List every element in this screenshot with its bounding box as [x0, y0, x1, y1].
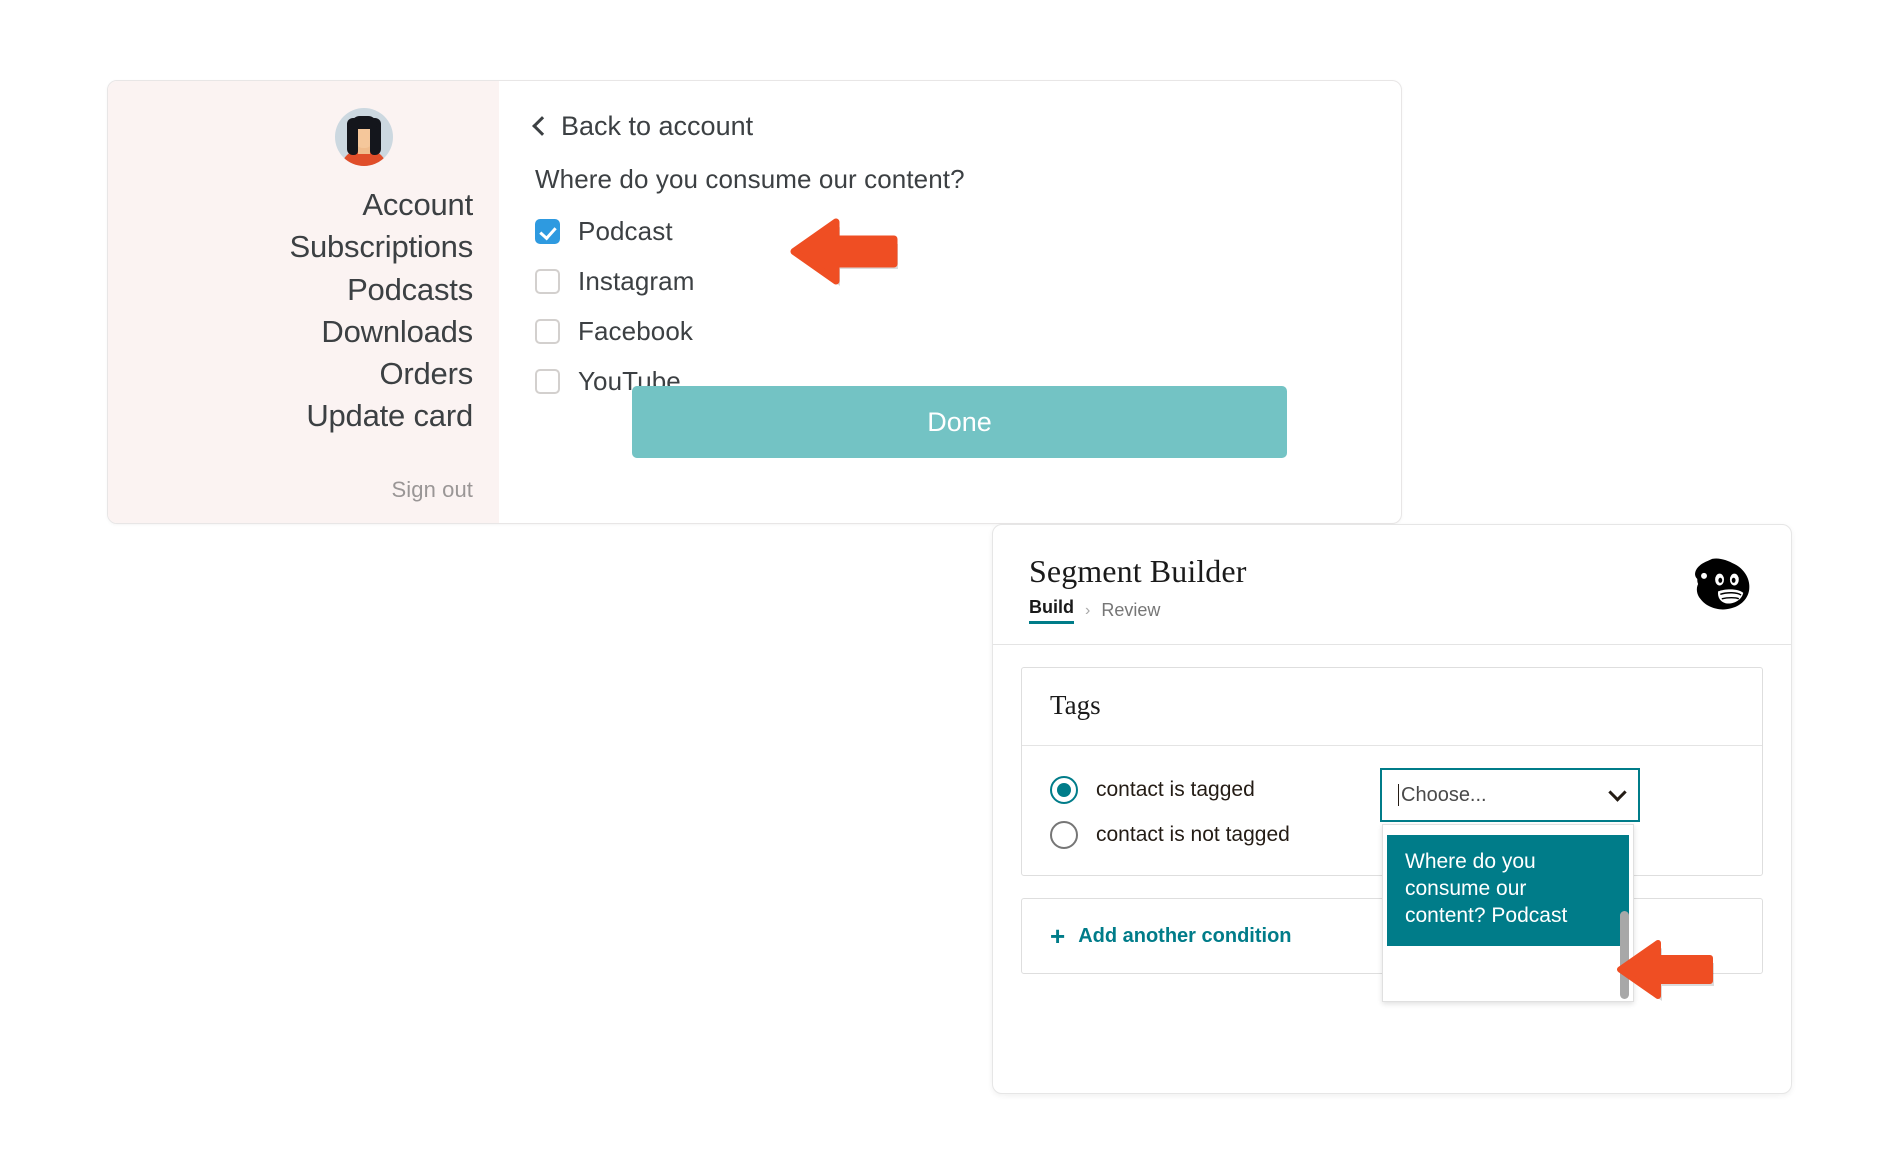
segment-builder-title: Segment Builder — [1029, 553, 1247, 589]
avatar — [335, 108, 393, 166]
condition-card: Tags contact is tagged contact is not ta… — [1021, 667, 1763, 1002]
chevron-right-icon: › — [1085, 601, 1091, 619]
condition-body: contact is tagged contact is not tagged … — [1022, 746, 1762, 1002]
dropdown-option-highlighted[interactable]: Where do you consume our content? Podcas… — [1387, 835, 1629, 946]
checkbox-label-podcast: Podcast — [578, 216, 673, 246]
sign-out-link[interactable]: Sign out — [391, 477, 473, 503]
tag-select-placeholder: Choose... — [1401, 783, 1487, 806]
radio-row-contact-is-not-tagged[interactable]: contact is not tagged — [1050, 821, 1290, 849]
text-caret — [1398, 784, 1399, 806]
back-to-account-link[interactable]: Back to account — [532, 111, 1401, 142]
tag-dropdown-menu[interactable]: Where do you consume our content? Podcas… — [1382, 824, 1634, 1002]
add-another-condition-label: Add another condition — [1078, 924, 1292, 947]
checkbox-row-instagram[interactable]: Instagram — [535, 266, 1401, 297]
condition-heading: Tags — [1050, 690, 1101, 720]
plus-icon: + — [1050, 921, 1066, 951]
back-link-label: Back to account — [561, 111, 754, 141]
checkbox-row-podcast[interactable]: Podcast — [535, 216, 1401, 247]
tab-build[interactable]: Build — [1029, 597, 1074, 624]
segment-builder-panel: Segment Builder Build › Review Tags cont… — [992, 524, 1792, 1094]
segment-builder-header: Segment Builder Build › Review — [993, 525, 1791, 645]
chevron-down-icon[interactable] — [1608, 783, 1627, 802]
checkbox-label-facebook: Facebook — [578, 316, 693, 346]
breadcrumb: Build › Review — [1029, 597, 1755, 624]
sidebar-item-podcasts[interactable]: Podcasts — [347, 269, 473, 311]
segment-builder-body: Tags contact is tagged contact is not ta… — [993, 645, 1791, 1002]
condition-header: Tags — [1022, 668, 1762, 746]
radio-label-contact-is-tagged: contact is tagged — [1096, 778, 1255, 801]
tag-select[interactable]: Choose... — [1378, 766, 1642, 824]
sidebar-item-update-card[interactable]: Update card — [306, 395, 473, 437]
condition-radio-group: contact is tagged contact is not tagged — [1050, 772, 1290, 849]
radio-row-contact-is-tagged[interactable]: contact is tagged — [1050, 776, 1290, 804]
annotation-arrow-dropdown — [1617, 940, 1714, 1001]
done-button[interactable]: Done — [632, 386, 1287, 458]
page-title: Where do you consume our content? — [535, 164, 965, 194]
account-sidebar: Account Subscriptions Podcasts Downloads… — [108, 81, 499, 523]
annotation-arrow-podcast — [790, 218, 898, 286]
checkbox-label-instagram: Instagram — [578, 266, 695, 296]
mailchimp-freddie-logo — [1695, 558, 1750, 610]
sidebar-item-subscriptions[interactable]: Subscriptions — [290, 226, 474, 268]
checkbox-podcast[interactable] — [535, 219, 560, 244]
add-another-condition-button[interactable]: + Add another condition — [1050, 923, 1292, 949]
radio-label-contact-is-not-tagged: contact is not tagged — [1096, 823, 1290, 846]
radio-contact-is-not-tagged[interactable] — [1050, 821, 1078, 849]
sidebar-item-downloads[interactable]: Downloads — [321, 311, 473, 353]
tag-select-wrapper: Choose... Where do you consume our conte… — [1378, 766, 1642, 1002]
sidebar-item-account[interactable]: Account — [362, 184, 473, 226]
tab-review[interactable]: Review — [1101, 600, 1160, 621]
chevron-left-icon — [532, 116, 552, 136]
checkbox-row-facebook[interactable]: Facebook — [535, 316, 1401, 347]
sidebar-nav: Account Subscriptions Podcasts Downloads… — [134, 184, 474, 438]
checkbox-instagram[interactable] — [535, 269, 560, 294]
checkbox-facebook[interactable] — [535, 319, 560, 344]
checkbox-youtube[interactable] — [535, 369, 560, 394]
sidebar-item-orders[interactable]: Orders — [379, 353, 473, 395]
radio-contact-is-tagged[interactable] — [1050, 776, 1078, 804]
